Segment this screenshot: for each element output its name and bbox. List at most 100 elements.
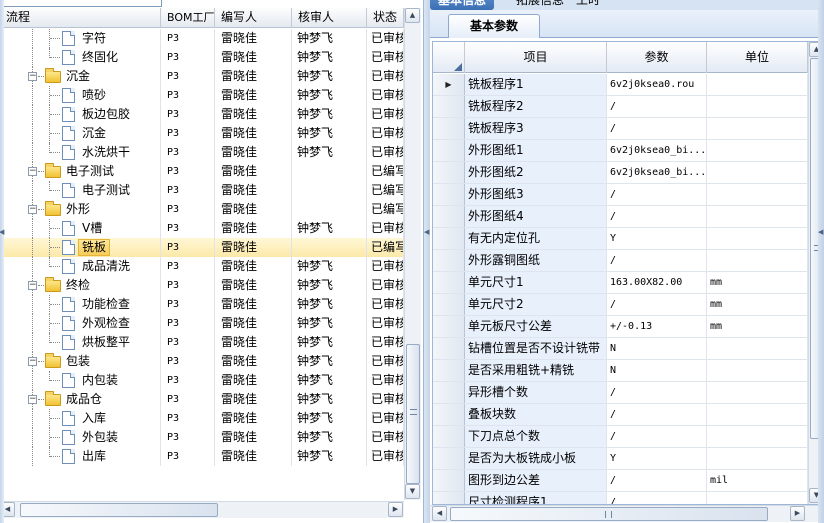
grid-cell-param[interactable]: +/-0.13 [607,316,707,337]
tree-cell-process[interactable]: 烘板整平 [0,333,161,352]
grid-cell-unit[interactable] [707,228,808,249]
col-header-item[interactable]: 项目 [465,42,607,73]
tree-cell-process[interactable]: 成品清洗 [0,257,161,276]
grid-row[interactable]: 单元尺寸1 163.00X82.00 mm [433,272,808,294]
tree-cell-process[interactable]: − 沉金 [0,67,161,86]
tree-filter-box[interactable] [0,0,162,7]
collapse-expander-icon[interactable]: − [28,205,37,214]
current-row-arrow-icon[interactable]: ▶ [433,74,465,95]
grid-cell-param[interactable]: / [607,294,707,315]
tree-row[interactable]: − 外形 P3 雷晓佳 已编写 [0,200,404,219]
scroll-thumb[interactable] [406,344,420,484]
tab-basic-params[interactable]: 基本参数 [448,14,540,38]
scroll-down-icon[interactable]: ▼ [405,484,420,499]
grid-row[interactable]: 外形露铜图纸 / [433,250,808,272]
col-header-process[interactable]: 流程 [0,8,161,28]
row-indicator[interactable] [433,316,465,337]
tree-cell-process[interactable]: 沉金 [0,124,161,143]
row-indicator[interactable] [433,228,465,249]
collapse-expander-icon[interactable]: − [28,395,37,404]
grid-cell-unit[interactable] [707,74,808,95]
tree-row[interactable]: 烘板整平 P3 雷晓佳 钟梦飞 已审核 [0,333,404,352]
tree-cell-process[interactable]: 外包装 [0,428,161,447]
tree-row[interactable]: 字符 P3 雷晓佳 钟梦飞 已审核 [0,29,404,48]
grid-cell-unit[interactable] [707,162,808,183]
tree-cell-process[interactable]: 内包装 [0,371,161,390]
tree-cell-process[interactable]: 铣板 [0,238,161,257]
tree-vertical-scrollbar[interactable]: ▲ ▼ [404,8,421,500]
scroll-right-icon[interactable]: ▶ [790,506,805,521]
grid-cell-unit[interactable] [707,492,808,504]
scroll-thumb-h[interactable] [20,503,218,517]
tree-horizontal-scrollbar[interactable]: ◀ ▶ [0,501,404,518]
grid-cell-param[interactable]: / [607,118,707,139]
grid-cell-unit[interactable]: mm [707,294,808,315]
col-header-bom[interactable]: BOM工厂 [161,8,215,28]
collapse-expander-icon[interactable]: − [28,357,37,366]
tree-cell-process[interactable]: 电子测试 [0,181,161,200]
tree-cell-process[interactable]: − 包装 [0,352,161,371]
grid-cell-unit[interactable]: mm [707,316,808,337]
grid-cell-unit[interactable] [707,118,808,139]
row-indicator[interactable] [433,470,465,491]
col-header-param[interactable]: 参数 [607,42,707,73]
splitter-arrow-icon[interactable]: ◀ [424,228,429,236]
tree-row[interactable]: − 终检 P3 雷晓佳 钟梦飞 已审核 [0,276,404,295]
grid-cell-param[interactable]: 6v2j0ksea0.rou [607,74,707,95]
grid-cell-param[interactable]: / [607,184,707,205]
grid-cell-unit[interactable]: mil [707,470,808,491]
tree-row[interactable]: 电子测试 P3 雷晓佳 已编写 [0,181,404,200]
tree-row[interactable]: 喷砂 P3 雷晓佳 钟梦飞 已审核 [0,86,404,105]
grid-row[interactable]: 图形到边公差 / mil [433,470,808,492]
row-indicator[interactable] [433,338,465,359]
grid-row[interactable]: 单元尺寸2/mm [433,294,808,316]
tree-cell-process[interactable]: − 成品仓 [0,390,161,409]
grid-cell-param[interactable]: N [607,360,707,381]
row-indicator[interactable] [433,272,465,293]
tree-row[interactable]: 沉金 P3 雷晓佳 钟梦飞 已审核 [0,124,404,143]
tree-row[interactable]: 板边包胶 P3 雷晓佳 钟梦飞 已审核 [0,105,404,124]
grid-cell-unit[interactable] [707,184,808,205]
grid-scroll-thumb-h[interactable] [450,507,768,521]
row-indicator[interactable] [433,360,465,381]
collapse-expander-icon[interactable]: − [28,281,37,290]
grid-row[interactable]: 铣板程序2/ [433,96,808,118]
row-indicator[interactable] [433,118,465,139]
grid-cell-unit[interactable] [707,250,808,271]
grid-cell-param[interactable]: / [607,426,707,447]
scroll-left-icon[interactable]: ◀ [432,506,447,521]
grid-row[interactable]: 异形槽个数 / [433,382,808,404]
grid-cell-param[interactable]: Y [607,448,707,469]
grid-cell-unit[interactable] [707,404,808,425]
row-indicator[interactable] [433,294,465,315]
tab-extended-info[interactable]: 拓展信息 [508,0,572,10]
grid-cell-unit[interactable] [707,360,808,381]
grid-cell-unit[interactable] [707,96,808,117]
right-edge-splitter[interactable]: ◀ [818,0,824,523]
col-header-status[interactable]: 状态 [367,8,404,28]
row-indicator[interactable] [433,140,465,161]
row-indicator[interactable] [433,162,465,183]
grid-cell-unit[interactable] [707,140,808,161]
tree-cell-process[interactable]: 外观检查 [0,314,161,333]
grid-cell-unit[interactable]: mm [707,272,808,293]
col-header-reviewer[interactable]: 核审人 [292,8,367,28]
collapse-left-icon[interactable]: ◀ [0,228,4,236]
tree-cell-process[interactable]: − 电子测试 [0,162,161,181]
tree-cell-process[interactable]: 水洗烘干 [0,143,161,162]
collapse-expander-icon[interactable]: − [28,72,37,81]
tree-row[interactable]: − 包装 P3 雷晓佳 钟梦飞 已审核 [0,352,404,371]
col-header-unit[interactable]: 单位 [707,42,808,73]
grid-cell-unit[interactable] [707,338,808,359]
tab-work-hours[interactable]: 工时 [568,0,608,10]
tree-row[interactable]: − 沉金 P3 雷晓佳 钟梦飞 已审核 [0,67,404,86]
grid-cell-unit[interactable] [707,382,808,403]
row-indicator[interactable] [433,426,465,447]
collapse-expander-icon[interactable]: − [28,167,37,176]
grid-cell-param[interactable]: 163.00X82.00 [607,272,707,293]
grid-cell-param[interactable]: / [607,250,707,271]
tree-row[interactable]: − 成品仓 P3 雷晓佳 钟梦飞 已审核 [0,390,404,409]
grid-row[interactable]: 单元板尺寸公差 +/-0.13 mm [433,316,808,338]
grid-row-current[interactable]: ▶ 铣板程序1 6v2j0ksea0.rou [433,74,808,96]
grid-row[interactable]: 下刀点总个数 / [433,426,808,448]
